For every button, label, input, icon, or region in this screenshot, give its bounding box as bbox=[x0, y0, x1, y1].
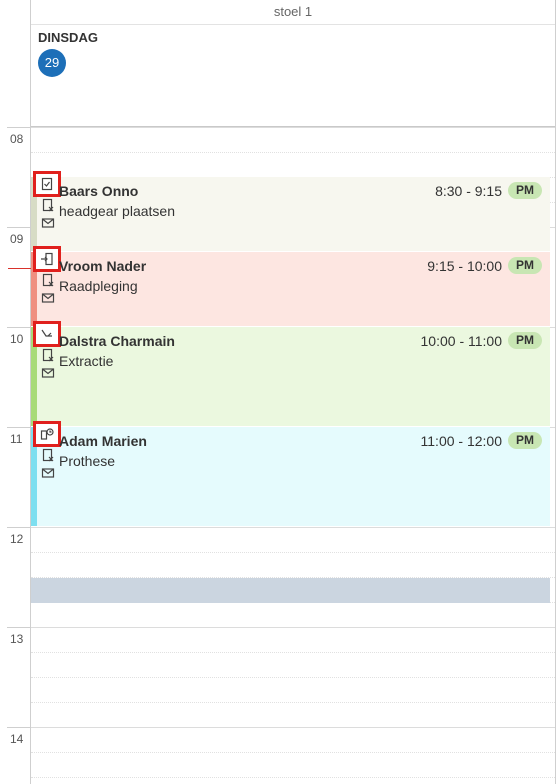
hour-label: 12 bbox=[10, 532, 24, 546]
appointment-card[interactable]: Adam Marien Prothese 11:00 - 12:00 PM bbox=[31, 421, 550, 526]
mail-icon bbox=[41, 468, 55, 478]
period-badge: PM bbox=[508, 182, 542, 199]
column-border bbox=[555, 0, 556, 784]
appointment-time: 8:30 - 9:15 bbox=[435, 183, 502, 199]
hour-line bbox=[31, 127, 555, 128]
clipboard-x-icon bbox=[42, 348, 54, 362]
gutter-tick bbox=[7, 327, 30, 328]
patient-name: Adam Marien bbox=[59, 433, 147, 449]
slot-line bbox=[31, 152, 555, 153]
gutter-tick bbox=[7, 627, 30, 628]
patient-name: Vroom Nader bbox=[59, 258, 147, 274]
period-badge: PM bbox=[508, 332, 542, 349]
gutter-tick bbox=[7, 527, 30, 528]
slot-line bbox=[31, 777, 555, 778]
hour-line bbox=[31, 727, 555, 728]
hour-line bbox=[31, 527, 555, 528]
hour-label: 13 bbox=[10, 632, 24, 646]
appointment-time: 10:00 - 11:00 bbox=[420, 333, 502, 349]
appointment-time: 11:00 - 12:00 bbox=[420, 433, 502, 449]
treatment-description: Prothese bbox=[59, 453, 116, 469]
hour-label: 11 bbox=[10, 432, 23, 446]
time-gutter bbox=[0, 0, 31, 784]
current-time-indicator bbox=[8, 268, 32, 269]
clipboard-x-icon bbox=[42, 273, 54, 287]
clipboard-x-icon bbox=[42, 448, 54, 462]
gutter-tick bbox=[7, 427, 30, 428]
treatment-description: Extractie bbox=[59, 353, 114, 369]
period-badge: PM bbox=[508, 432, 542, 449]
gutter-tick bbox=[7, 227, 30, 228]
waiting-clock-icon[interactable] bbox=[33, 421, 61, 447]
dental-chair-icon[interactable] bbox=[33, 321, 61, 347]
hour-label: 09 bbox=[10, 232, 24, 246]
appointment-card[interactable]: Dalstra Charmain Extractie 10:00 - 11:00… bbox=[31, 321, 550, 426]
hour-label: 10 bbox=[10, 332, 24, 346]
slot-line bbox=[31, 677, 555, 678]
mail-icon bbox=[41, 368, 55, 378]
mail-icon bbox=[41, 218, 55, 228]
appointment-time: 9:15 - 10:00 bbox=[427, 258, 502, 274]
patient-name: Dalstra Charmain bbox=[59, 333, 175, 349]
day-name: DINSDAG bbox=[38, 30, 98, 45]
mail-icon bbox=[41, 293, 55, 303]
hour-label: 14 bbox=[10, 732, 24, 746]
slot-line bbox=[31, 652, 555, 653]
appointment-card[interactable]: Vroom Nader Raadpleging 9:15 - 10:00 PM bbox=[31, 246, 550, 326]
appointment-card[interactable]: Baars Onno headgear plaatsen 8:30 - 9:15… bbox=[31, 171, 550, 251]
period-badge: PM bbox=[508, 257, 542, 274]
slot-line bbox=[31, 752, 555, 753]
blocked-time-slot[interactable] bbox=[31, 578, 550, 603]
hour-label: 08 bbox=[10, 132, 24, 146]
hour-line bbox=[31, 627, 555, 628]
resource-header[interactable]: stoel 1 bbox=[31, 0, 555, 25]
gutter-tick bbox=[7, 727, 30, 728]
day-number-badge[interactable]: 29 bbox=[38, 49, 66, 77]
clipboard-x-icon bbox=[42, 198, 54, 212]
gutter-tick bbox=[7, 127, 30, 128]
slot-line bbox=[31, 702, 555, 703]
clipboard-check-icon[interactable] bbox=[33, 171, 61, 197]
slot-line bbox=[31, 552, 555, 553]
treatment-description: headgear plaatsen bbox=[59, 203, 175, 219]
treatment-description: Raadpleging bbox=[59, 278, 138, 294]
enter-door-icon[interactable] bbox=[33, 246, 61, 272]
patient-name: Baars Onno bbox=[59, 183, 139, 199]
